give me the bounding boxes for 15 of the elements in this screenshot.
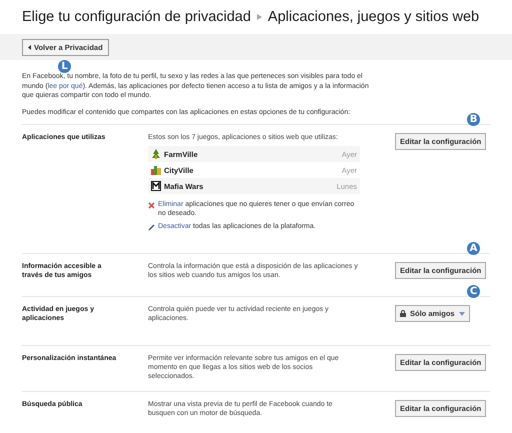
pencil-icon (148, 224, 155, 231)
page-title: Elige tu configuración de privacidad (22, 9, 251, 25)
chevron-left-icon (28, 44, 31, 50)
cross-icon (148, 202, 155, 209)
marker-badge: A (467, 242, 480, 255)
plant-icon (151, 149, 161, 159)
frame-icon (151, 181, 161, 191)
buildings-icon (151, 165, 161, 175)
lock-icon (400, 310, 406, 317)
page-subtitle: Aplicaciones, juegos y sitios web (268, 9, 480, 25)
caret-icon (458, 312, 465, 316)
marker-badge: L (58, 60, 71, 73)
marker-badge: C (467, 285, 480, 298)
marker-badge: B (467, 113, 480, 126)
triangle-icon (256, 14, 262, 20)
